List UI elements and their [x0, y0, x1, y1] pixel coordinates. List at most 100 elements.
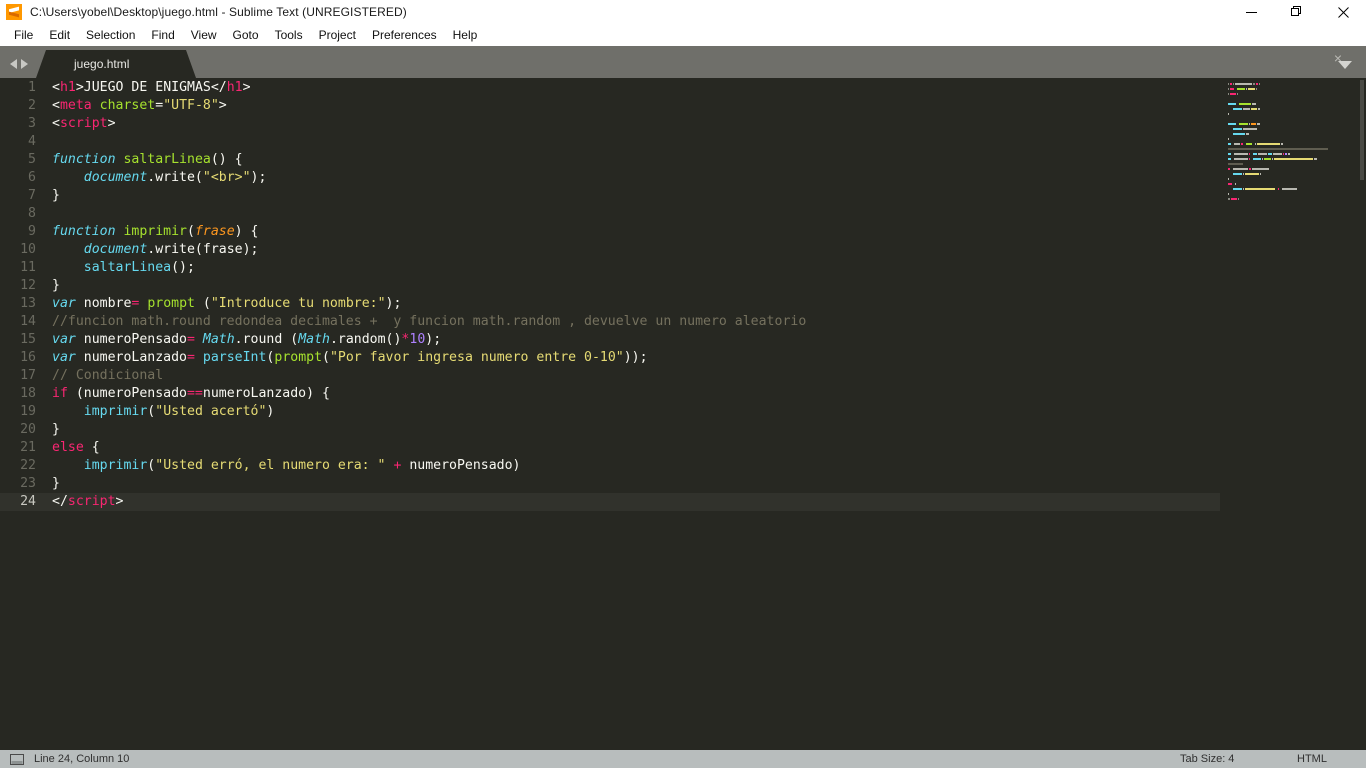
code-line[interactable]: 12} [0, 277, 1366, 295]
menu-selection[interactable]: Selection [78, 26, 143, 44]
line-text: var nombre= prompt ("Introduce tu nombre… [52, 296, 402, 311]
line-text: } [52, 188, 60, 203]
menu-edit[interactable]: Edit [41, 26, 78, 44]
line-number: 8 [28, 206, 36, 221]
code-line[interactable]: 23} [0, 475, 1366, 493]
line-text: </script> [52, 494, 124, 509]
code-line[interactable]: 14 //funcion math.round redondea decimale… [0, 313, 1366, 331]
code-line[interactable]: 2 <meta charset="UTF-8"> [0, 97, 1366, 115]
minimap-line [1228, 192, 1356, 196]
cursor-position: Line 24, Column 10 [34, 753, 130, 765]
arrow-right-icon[interactable] [21, 59, 28, 69]
menu-find[interactable]: Find [143, 26, 182, 44]
code-line[interactable]: 19 imprimir("Usted acertó") [0, 403, 1366, 421]
code-line[interactable]: 24 </script> [0, 493, 1366, 511]
line-text: function imprimir(frase) { [52, 224, 259, 239]
syntax-mode-indicator[interactable]: HTML [1297, 753, 1327, 765]
line-text: var numeroLanzado= parseInt(prompt("Por … [52, 350, 648, 365]
arrow-left-icon[interactable] [10, 59, 17, 69]
line-number: 17 [20, 368, 36, 383]
status-bar: Line 24, Column 10 Tab Size: 4 HTML [0, 750, 1366, 768]
sublime-text-icon [6, 4, 22, 20]
menu-bar: File Edit Selection Find View Goto Tools… [0, 24, 1366, 46]
menu-tools[interactable]: Tools [267, 26, 311, 44]
line-text: //funcion math.round redondea decimales … [52, 314, 807, 329]
code-line[interactable]: 3 <script> [0, 115, 1366, 133]
code-line[interactable]: 18 if (numeroPensado==numeroLanzado) { [0, 385, 1366, 403]
tab-size-indicator[interactable]: Tab Size: 4 [1180, 753, 1234, 765]
line-text: <script> [52, 116, 116, 131]
minimap-line [1228, 167, 1356, 171]
tab-nav-arrows [0, 59, 36, 78]
minimap-line [1228, 187, 1356, 191]
minimize-button[interactable] [1228, 0, 1274, 24]
code-line[interactable]: 20} [0, 421, 1366, 439]
line-number: 11 [20, 260, 36, 275]
code-line[interactable]: 11 saltarLinea(); [0, 259, 1366, 277]
line-number: 19 [20, 404, 36, 419]
code-line[interactable]: 17 // Condicional [0, 367, 1366, 385]
minimap-line [1228, 162, 1356, 166]
minimap-line [1228, 172, 1356, 176]
line-number: 12 [20, 278, 36, 293]
code-line[interactable]: 10 document.write(frase); [0, 241, 1366, 259]
code-line[interactable]: 8 [0, 205, 1366, 223]
minimap-line [1228, 87, 1356, 91]
code-line[interactable]: 21 else { [0, 439, 1366, 457]
line-text: var numeroPensado= Math.round (Math.rand… [52, 332, 442, 347]
minimap-line [1228, 157, 1356, 161]
minimap-scrollbar[interactable] [1360, 80, 1364, 180]
code-line[interactable]: 7} [0, 187, 1366, 205]
code-line[interactable]: 1 <h1>JUEGO DE ENIGMAS</h1> [0, 79, 1366, 97]
menu-project[interactable]: Project [311, 26, 364, 44]
line-number: 6 [28, 170, 36, 185]
line-number: 24 [20, 494, 36, 509]
line-text: imprimir("Usted acertó") [83, 404, 275, 419]
code-line[interactable]: 15 var numeroPensado= Math.round (Math.ra… [0, 331, 1366, 349]
line-text: <h1>JUEGO DE ENIGMAS</h1> [52, 80, 251, 95]
line-text: } [52, 278, 60, 293]
line-text: else { [52, 440, 100, 455]
close-button[interactable] [1320, 0, 1366, 24]
line-number: 15 [20, 332, 36, 347]
restore-button[interactable] [1274, 0, 1320, 24]
line-text: imprimir("Usted erró, el numero era: " +… [83, 458, 521, 473]
minimap-line [1228, 122, 1356, 126]
line-number: 1 [28, 80, 36, 95]
menu-help[interactable]: Help [445, 26, 486, 44]
code-line[interactable]: 13 var nombre= prompt ("Introduce tu nomb… [0, 295, 1366, 313]
window-controls [1228, 0, 1366, 24]
panel-toggle-icon[interactable] [10, 753, 24, 765]
line-text: document.write("<br>"); [83, 170, 267, 185]
code-line[interactable]: 4 [0, 133, 1366, 151]
menu-file[interactable]: File [6, 26, 41, 44]
minimap-line [1228, 177, 1356, 181]
line-number: 18 [20, 386, 36, 401]
minimap-line [1228, 152, 1356, 156]
line-text: } [52, 422, 60, 437]
minimap[interactable] [1220, 78, 1366, 750]
chevron-down-icon[interactable] [1338, 61, 1352, 69]
code-editor[interactable]: 1 <h1>JUEGO DE ENIGMAS</h1> 2 <meta charset… [0, 78, 1366, 750]
minimap-line [1228, 107, 1356, 111]
line-text: <meta charset="UTF-8"> [52, 98, 227, 113]
code-line[interactable]: 22 imprimir("Usted erró, el numero era: … [0, 457, 1366, 475]
code-line[interactable]: 9 function imprimir(frase) { [0, 223, 1366, 241]
line-number: 9 [28, 224, 36, 239]
line-text: // Condicional [52, 368, 164, 383]
code-line[interactable]: 5 function saltarLinea() { [0, 151, 1366, 169]
tab-label: juego.html [74, 57, 130, 71]
menu-goto[interactable]: Goto [225, 26, 267, 44]
menu-preferences[interactable]: Preferences [364, 26, 445, 44]
menu-view[interactable]: View [183, 26, 225, 44]
code-line[interactable]: 16 var numeroLanzado= parseInt(prompt("Po… [0, 349, 1366, 367]
tab-juego-html[interactable]: juego.html [36, 50, 196, 78]
line-number: 20 [20, 422, 36, 437]
code-content[interactable]: 1 <h1>JUEGO DE ENIGMAS</h1> 2 <meta charset… [0, 78, 1366, 750]
line-number: 21 [20, 440, 36, 455]
line-number: 22 [20, 458, 36, 473]
line-number: 4 [28, 134, 36, 149]
minimap-line [1228, 82, 1356, 86]
code-line[interactable]: 6 document.write("<br>"); [0, 169, 1366, 187]
line-number: 16 [20, 350, 36, 365]
